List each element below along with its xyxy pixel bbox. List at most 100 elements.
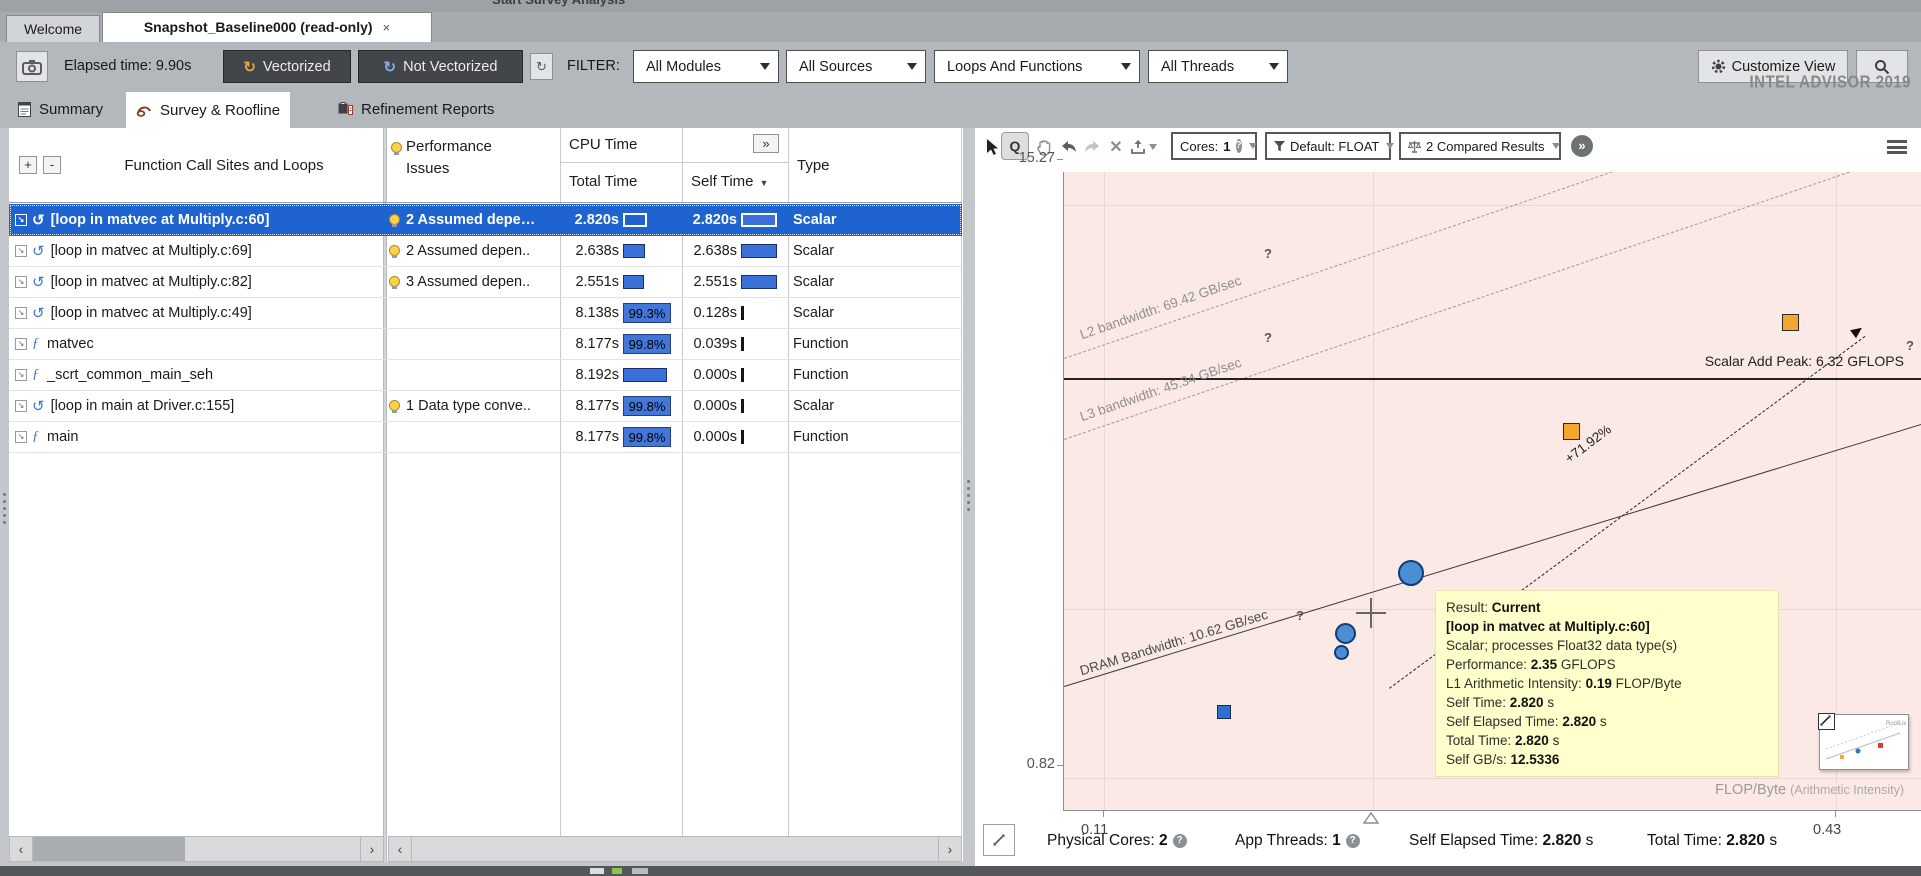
select-cursor-icon[interactable]	[981, 136, 1003, 158]
total-time-bar	[623, 213, 647, 227]
left-edge-splitter-handle[interactable]	[3, 493, 6, 496]
gear-icon	[1711, 59, 1726, 74]
funnel-icon	[1274, 141, 1285, 152]
modules-filter-dropdown[interactable]: All Modules	[633, 50, 779, 83]
peak-help-mark[interactable]: ?	[1906, 338, 1914, 353]
chevron-down-icon	[1121, 63, 1131, 70]
tab-summary[interactable]: Summary	[8, 95, 113, 123]
scroll-right-icon[interactable]: ›	[938, 837, 961, 861]
loop-point-blue-square[interactable]	[1217, 705, 1231, 719]
roofline-minimap[interactable]: RoofLiest	[1819, 714, 1909, 770]
scroll-left-icon[interactable]: ‹	[10, 837, 33, 861]
loop-icon	[32, 304, 45, 322]
self-time-value: 0.000s	[685, 367, 737, 383]
table-row[interactable]: [loop in matvec at Multiply.c:69] 2 Assu…	[9, 235, 962, 267]
table-row[interactable]: [loop in matvec at Multiply.c:82] 3 Assu…	[9, 266, 962, 298]
expand-icon[interactable]	[15, 307, 27, 319]
compared-point-orange-square[interactable]	[1563, 423, 1580, 440]
expand-icon[interactable]	[15, 400, 27, 412]
undo-icon[interactable]	[1057, 136, 1079, 158]
expand-icon[interactable]	[15, 245, 27, 257]
self-time-value: 2.820s	[685, 212, 737, 228]
tab-refinement-reports[interactable]: Refinement Reports	[328, 95, 504, 123]
vectorized-filter-button[interactable]: ↻Vectorized	[223, 50, 351, 83]
column-header-type[interactable]: Type	[797, 157, 830, 174]
column-header-performance-issues-1[interactable]: Performance	[406, 138, 492, 155]
more-tools-icon[interactable]: »	[1571, 135, 1593, 157]
chevron-down-icon	[1249, 143, 1257, 149]
function-name: _scrt_common_main_seh	[47, 367, 213, 383]
table-row[interactable]: [loop in matvec at Multiply.c:49] 8.138s…	[9, 297, 962, 329]
pane-splitter[interactable]	[963, 128, 975, 866]
expand-icon[interactable]	[15, 276, 27, 288]
redo-icon[interactable]	[1081, 136, 1103, 158]
axis-slider-marker[interactable]	[1363, 812, 1379, 824]
dram-help-mark[interactable]: ?	[1296, 608, 1304, 623]
export-menu-chevron-icon[interactable]	[1147, 136, 1159, 158]
roofline-filter-dropdown[interactable]: Default: FLOAT	[1265, 132, 1391, 160]
compared-point-orange-square[interactable]	[1782, 314, 1799, 331]
l2-help-mark[interactable]: ?	[1264, 246, 1272, 261]
lightbulb-icon	[389, 276, 400, 287]
table-row-selected[interactable]: [loop in matvec at Multiply.c:60] 2 Assu…	[9, 204, 962, 236]
column-header-total-time[interactable]: Total Time	[569, 173, 637, 190]
type-value: Scalar	[793, 274, 834, 290]
scrollbar-thumb[interactable]	[33, 837, 185, 861]
refinement-reports-icon	[338, 102, 353, 116]
expand-icon[interactable]	[15, 369, 27, 381]
loop-point-blue-circle[interactable]	[1335, 623, 1356, 644]
column-header-function[interactable]: Function Call Sites and Loops	[71, 157, 377, 174]
close-icon[interactable]: ×	[383, 20, 391, 35]
lightbulb-icon	[389, 400, 400, 411]
column-header-cpu-time[interactable]: CPU Time	[569, 136, 637, 153]
help-icon[interactable]: ?	[1236, 139, 1242, 153]
expand-icon[interactable]	[15, 338, 27, 350]
chevron-down-icon	[760, 63, 770, 70]
x-axis-label: FLOP/Byte (Arithmetic Intensity)	[1564, 782, 1904, 798]
loop-iteration-button[interactable]: ↻	[530, 53, 553, 80]
cores-value: 1	[1223, 139, 1230, 154]
scroll-right-icon[interactable]: ›	[360, 837, 383, 861]
tab-welcome[interactable]: Welcome	[6, 15, 100, 42]
column-header-performance-issues-2: Issues	[406, 160, 449, 177]
filter-label: FILTER:	[567, 58, 620, 74]
loop-point-blue-circle-small[interactable]	[1334, 645, 1349, 660]
data-columns-scrollbar[interactable]: ‹ ›	[388, 836, 962, 862]
threads-filter-value: All Threads	[1161, 59, 1234, 75]
minimap-expand-icon[interactable]	[1818, 713, 1835, 730]
snapshot-camera-button[interactable]	[16, 51, 48, 82]
compared-results-value: 2 Compared Results	[1426, 139, 1545, 154]
selected-loop-point[interactable]	[1398, 560, 1424, 586]
function-name: [loop in matvec at Multiply.c:69]	[51, 243, 252, 259]
tab-survey-roofline[interactable]: Survey & Roofline	[126, 92, 290, 128]
expand-chart-button[interactable]	[983, 824, 1015, 856]
compared-results-dropdown[interactable]: 2 Compared Results	[1399, 132, 1561, 160]
cancel-zoom-icon[interactable]: ✕	[1105, 136, 1127, 158]
expand-all-button[interactable]: +	[19, 156, 37, 174]
cpu-time-expand-button[interactable]: »	[753, 134, 779, 153]
l3-help-mark[interactable]: ?	[1264, 330, 1272, 345]
not-vectorized-filter-button[interactable]: ↻Not Vectorized	[358, 50, 523, 83]
help-icon[interactable]: ?	[1173, 834, 1187, 848]
threads-filter-dropdown[interactable]: All Threads	[1148, 50, 1288, 83]
tab-snapshot[interactable]: Snapshot_Baseline000 (read-only)×	[102, 12, 432, 42]
chart-menu-icon[interactable]	[1887, 140, 1907, 154]
sources-filter-dropdown[interactable]: All Sources	[786, 50, 926, 83]
roofline-plot[interactable]: L2 bandwidth: 69.42 GB/sec ? L3 bandwidt…	[1063, 172, 1921, 811]
loops-functions-filter-dropdown[interactable]: Loops And Functions	[934, 50, 1140, 83]
expand-icon[interactable]	[15, 431, 27, 443]
export-icon[interactable]	[1127, 136, 1149, 158]
help-icon[interactable]: ?	[1346, 834, 1360, 848]
collapse-all-button[interactable]: -	[43, 156, 61, 174]
table-row[interactable]: main 8.177s99.8% 0.000s Function	[9, 421, 962, 453]
function-column-scrollbar[interactable]: ‹ ›	[9, 836, 384, 862]
cores-dropdown[interactable]: Cores:1?	[1171, 132, 1257, 160]
self-time-bar	[741, 337, 744, 351]
table-row[interactable]: [loop in main at Driver.c:155] 1 Data ty…	[9, 390, 962, 422]
expand-icon[interactable]	[15, 214, 27, 226]
table-row[interactable]: _scrt_common_main_seh 8.192s 0.000s Func…	[9, 359, 962, 391]
table-row[interactable]: matvec 8.177s99.8% 0.039s Function	[9, 328, 962, 360]
type-value: Function	[793, 336, 849, 352]
column-header-self-time[interactable]: Self Time▼	[691, 173, 768, 190]
scroll-left-icon[interactable]: ‹	[389, 837, 412, 861]
